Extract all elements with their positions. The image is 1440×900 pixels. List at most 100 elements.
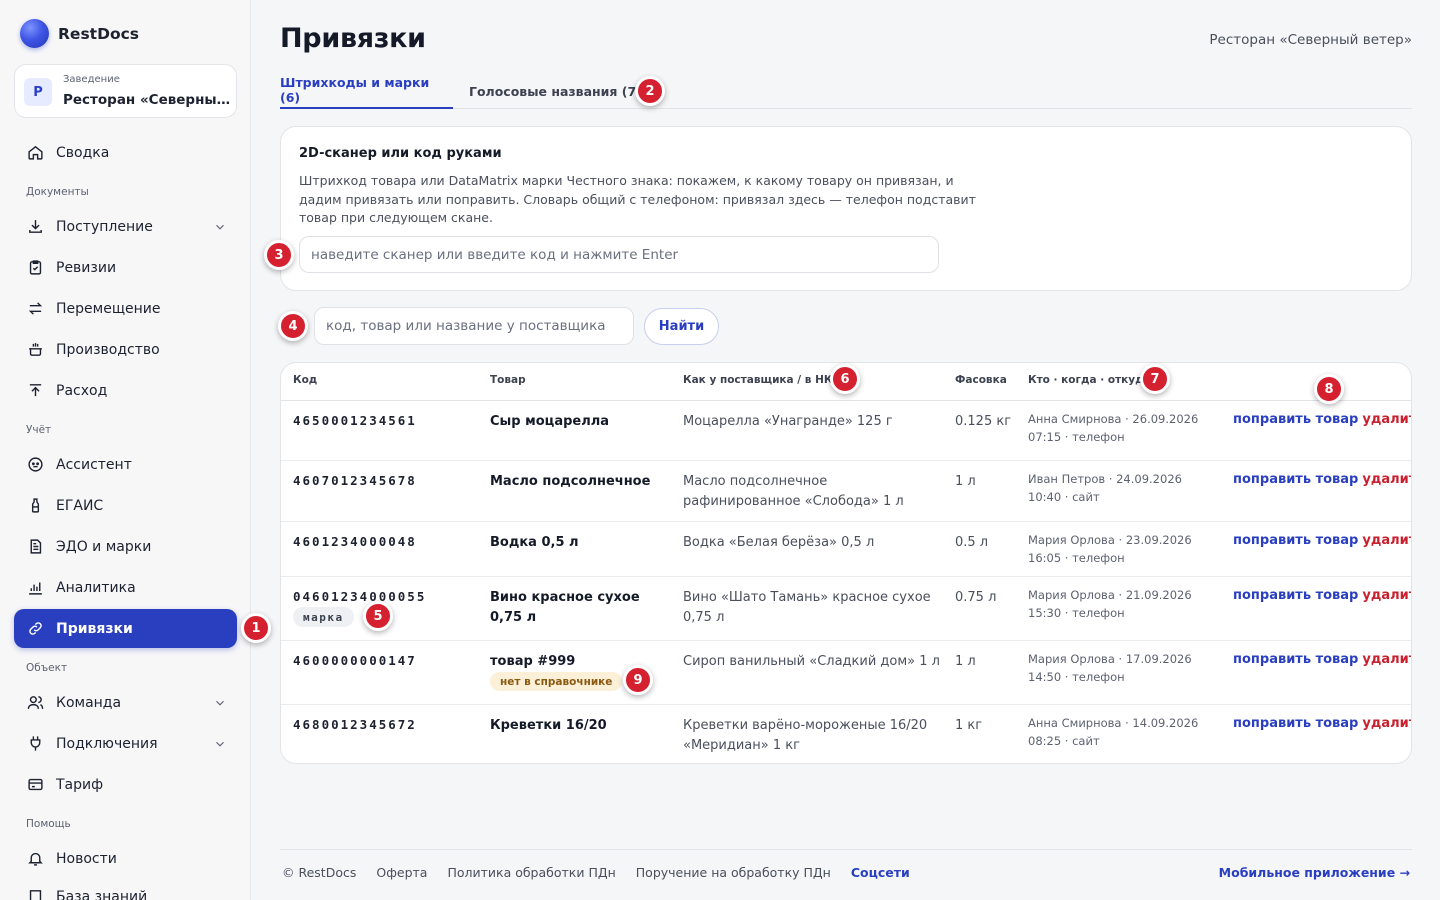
annotation-marker: 9 <box>623 665 653 695</box>
nav-summary[interactable]: Сводка <box>14 133 237 172</box>
annotation-marker: 5 <box>363 601 393 631</box>
nav-analytics[interactable]: Аналитика <box>14 568 237 607</box>
column-header-code: Код <box>293 374 318 386</box>
nav-assistant[interactable]: Ассистент <box>14 445 237 484</box>
row-author: Мария Орлова · 17.09.2026 14:50 · телефон <box>1028 650 1208 686</box>
mobile-app-link[interactable]: Мобильное приложение → <box>1219 865 1410 880</box>
tab-barcodes[interactable]: Штрихкоды и марки (6) <box>280 73 453 109</box>
row-product: Вино красное сухое 0,75 л <box>490 590 640 625</box>
nav-news-label: Новости <box>56 850 117 867</box>
nav-section-accounting: Учёт <box>26 424 52 436</box>
scanner-input[interactable] <box>299 236 939 273</box>
delete-link[interactable]: удалить <box>1362 716 1411 731</box>
nav-news[interactable]: Новости <box>14 839 237 878</box>
nav-bindings[interactable]: Привязки <box>14 609 237 648</box>
nav-edo[interactable]: ЭДО и марки <box>14 527 237 566</box>
not-in-catalog-badge: нет в справочнике <box>490 672 623 691</box>
annotation-marker: 8 <box>1314 374 1344 404</box>
row-author: Анна Смирнова · 26.09.2026 07:15 · телефо… <box>1028 410 1208 446</box>
nav-knowledge-base[interactable]: База знаний <box>14 877 237 900</box>
fix-product-link[interactable]: поправить товар <box>1233 652 1358 667</box>
page-title: Привязки <box>280 23 426 54</box>
fix-product-link[interactable]: поправить товар <box>1233 412 1358 427</box>
footer-policy-link[interactable]: Политика обработки ПДн <box>447 865 615 880</box>
row-author-line: Мария Орлова · 17.09.2026 <box>1028 652 1192 666</box>
nav-transfer-label: Перемещение <box>56 300 161 317</box>
plug-icon <box>26 735 44 753</box>
annotation-marker: 7 <box>1140 364 1170 394</box>
chevron-down-icon[interactable] <box>213 696 227 710</box>
delete-link[interactable]: удалить <box>1362 652 1411 667</box>
nav-knowledge-base-label: База знаний <box>56 888 148 900</box>
row-author-source: 15:30 · телефон <box>1028 606 1125 620</box>
row-author-source: 16:05 · телефон <box>1028 551 1125 565</box>
brand[interactable]: RestDocs <box>20 19 139 48</box>
fix-product-link[interactable]: поправить товар <box>1233 533 1358 548</box>
fix-product-link[interactable]: поправить товар <box>1233 588 1358 603</box>
annotation-marker: 6 <box>830 364 860 394</box>
table-row: 4600000000147 товар #999 нет в справочни… <box>281 641 1411 705</box>
venue-avatar: Р <box>24 78 52 106</box>
footer-order-link[interactable]: Поручение на обработку ПДн <box>636 865 831 880</box>
row-product: Креветки 16/20 <box>490 718 607 733</box>
row-author-line: Анна Смирнова · 26.09.2026 <box>1028 412 1199 426</box>
row-author-source: 14:50 · телефон <box>1028 670 1125 684</box>
row-pack: 1 кг <box>955 718 983 733</box>
venue-label: Заведение <box>63 74 120 85</box>
annotation-marker: 1 <box>241 613 271 643</box>
chevron-down-icon[interactable] <box>213 737 227 751</box>
table-row: 4601234000048 Водка 0,5 л Водка «Белая б… <box>281 522 1411 577</box>
document-icon <box>26 538 44 556</box>
row-code: 4607012345678 <box>293 473 417 488</box>
delete-link[interactable]: удалить <box>1362 533 1411 548</box>
tab-voice-names[interactable]: Голосовые названия (7) <box>469 73 642 109</box>
footer-social-link[interactable]: Соцсети <box>851 865 910 880</box>
row-pack: 0.5 л <box>955 535 989 550</box>
row-actions: поправить товар удалить <box>1233 533 1411 548</box>
delete-link[interactable]: удалить <box>1362 412 1411 427</box>
nav-team-label: Команда <box>56 694 122 711</box>
download-icon <box>26 218 44 236</box>
nav-transfer[interactable]: Перемещение <box>14 289 237 328</box>
row-author: Иван Петров · 24.09.2026 10:40 · сайт <box>1028 470 1208 506</box>
row-supplier-name: Сироп ванильный «Сладкий дом» 1 л <box>683 654 940 669</box>
upload-icon <box>26 382 44 400</box>
assistant-icon <box>26 456 44 474</box>
search-input[interactable] <box>314 307 634 345</box>
table-row: 4680012345672 Креветки 16/20 Креветки ва… <box>281 705 1411 763</box>
row-author-line: Анна Смирнова · 14.09.2026 <box>1028 716 1199 730</box>
delete-link[interactable]: удалить <box>1362 472 1411 487</box>
nav-expense[interactable]: Расход <box>14 371 237 410</box>
fix-product-link[interactable]: поправить товар <box>1233 716 1358 731</box>
nav-team[interactable]: Команда <box>14 683 237 722</box>
nav-bindings-label: Привязки <box>56 620 133 637</box>
find-button[interactable]: Найти <box>644 308 719 345</box>
nav-connections[interactable]: Подключения <box>14 724 237 763</box>
row-actions: поправить товар удалить <box>1233 588 1411 603</box>
nav-audits[interactable]: Ревизии <box>14 248 237 287</box>
nav-receiving[interactable]: Поступление <box>14 207 237 246</box>
bar-chart-icon <box>26 579 44 597</box>
row-author-source: 08:25 · сайт <box>1028 734 1100 748</box>
nav-egais[interactable]: ЕГАИС <box>14 486 237 525</box>
table-row: 4650001234561 Сыр моцарелла Моцарелла «У… <box>281 401 1411 461</box>
footer-offer-link[interactable]: Оферта <box>376 865 427 880</box>
row-supplier-name: Масло подсолнечное рафинированное «Слобо… <box>683 474 904 509</box>
row-pack: 0.125 кг <box>955 414 1012 429</box>
row-supplier-name: Водка «Белая берёза» 0,5 л <box>683 535 875 550</box>
table-row: 4607012345678 Масло подсолнечное Масло п… <box>281 461 1411 522</box>
chevron-down-icon[interactable] <box>213 220 227 234</box>
fix-product-link[interactable]: поправить товар <box>1233 472 1358 487</box>
nav-production[interactable]: Производство <box>14 330 237 369</box>
nav-tariff[interactable]: Тариф <box>14 765 237 804</box>
row-actions: поправить товар удалить <box>1233 716 1411 731</box>
delete-link[interactable]: удалить <box>1362 588 1411 603</box>
row-author-source: 07:15 · телефон <box>1028 430 1125 444</box>
sidebar: RestDocs Р Заведение Ресторан «Северный … <box>0 0 251 900</box>
row-code: 4680012345672 <box>293 717 417 732</box>
footer-copyright: © RestDocs <box>282 865 357 880</box>
nav-assistant-label: Ассистент <box>56 456 132 473</box>
bell-icon <box>26 850 44 868</box>
row-code: 4650001234561 <box>293 413 417 428</box>
venue-selector[interactable]: Р Заведение Ресторан «Северный ветер» <box>14 64 237 118</box>
